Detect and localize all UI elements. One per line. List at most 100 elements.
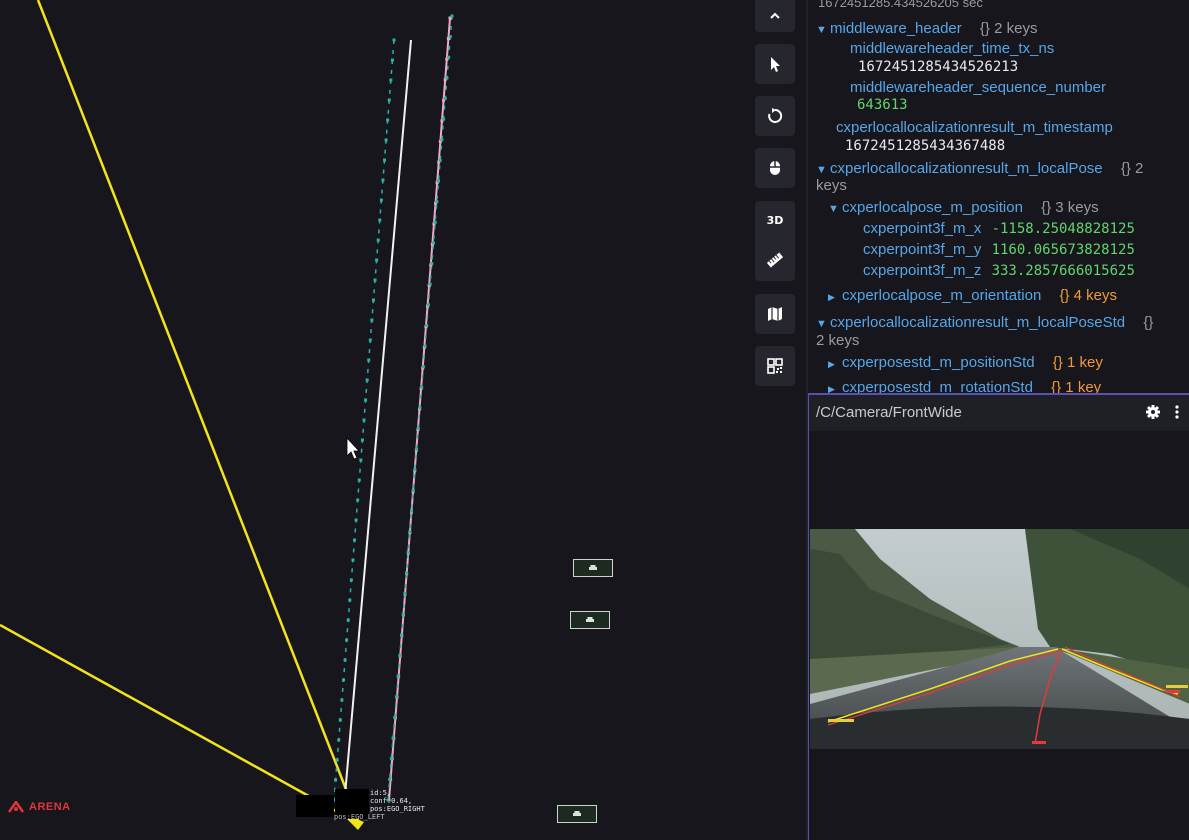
collapsed-arrow-icon[interactable]: ▶: [828, 384, 842, 393]
lane-point-marker: [435, 200, 439, 204]
tree-node-localpose[interactable]: ▼ cxperlocallocalizationresult_m_localPos…: [816, 160, 1143, 177]
tree-key: middlewareheader_time_tx_ns: [850, 40, 1055, 57]
tree-node-rotationstd[interactable]: ▶ cxperposestd_m_rotationStd {} 1 key: [828, 379, 1101, 393]
lane-point-marker: [341, 678, 345, 682]
collapsed-arrow-icon[interactable]: ▶: [828, 359, 842, 370]
message-timestamp: 1672451285.434526205 sec: [818, 0, 983, 10]
qr-code-icon: [767, 358, 783, 374]
lane-point-marker: [367, 358, 371, 362]
lane-point-marker: [391, 736, 395, 740]
lane-point-marker: [389, 757, 393, 761]
qr-code-button[interactable]: [755, 346, 795, 386]
kebab-menu-icon[interactable]: [1171, 404, 1183, 420]
tree-meta: {} 1 key: [1052, 354, 1103, 371]
lane-point-marker: [364, 398, 368, 402]
detected-vehicle-box[interactable]: [570, 611, 610, 629]
arena-logo: ARENA: [8, 801, 71, 813]
mouse-mode-button[interactable]: [755, 148, 795, 188]
collapsed-arrow-icon[interactable]: ▶: [828, 292, 842, 303]
tree-value: 333.2857666015625: [991, 263, 1135, 279]
lane-point-marker: [408, 530, 412, 534]
tree-node-orientation[interactable]: ▶ cxperlocalpose_m_orientation {} 4 keys: [828, 287, 1117, 304]
lane-point-marker: [343, 658, 347, 662]
tree-meta: {} 2: [1120, 160, 1144, 177]
3d-toggle-button[interactable]: 3D: [755, 201, 795, 240]
detected-vehicle-box[interactable]: [573, 559, 613, 577]
lane-point-marker: [394, 695, 398, 699]
lane-point-marker: [428, 282, 432, 286]
chevron-up-icon: [770, 12, 780, 19]
tree-node-positionstd[interactable]: ▶ cxperposestd_m_positionStd {} 1 key: [828, 354, 1103, 371]
lane-point-marker: [335, 758, 339, 762]
collapse-up-button[interactable]: [755, 0, 795, 32]
car-icon: [589, 565, 597, 570]
gear-icon[interactable]: [1145, 404, 1161, 420]
object-label-line: pos:EGO_RIGHT: [370, 805, 425, 813]
car-icon: [586, 617, 594, 622]
reset-view-button[interactable]: [755, 96, 795, 136]
tree-key: cxperposestd_m_positionStd: [842, 354, 1035, 371]
lane-point-marker: [375, 258, 379, 262]
tree-meta: {}: [1143, 314, 1154, 331]
lane-point-marker: [438, 158, 442, 162]
detected-vehicle-box[interactable]: [557, 805, 597, 823]
expand-arrow-icon[interactable]: ▼: [816, 318, 830, 330]
mouse-cursor-icon: [346, 436, 360, 460]
tree-node-posestd[interactable]: ▼ cxperlocallocalizationresult_m_localPos…: [816, 314, 1153, 331]
lane-point-marker: [379, 198, 383, 202]
tree-key: cxperposestd_m_rotationStd: [842, 379, 1033, 393]
lane-point-marker: [334, 778, 338, 782]
lane-point-marker: [418, 406, 422, 410]
map-button[interactable]: [755, 294, 795, 334]
lane-point-marker: [349, 578, 353, 582]
raw-messages-panel[interactable]: 1672451285.434526205 sec ▼ middleware_hea…: [808, 0, 1189, 393]
3d-toggle-label: 3D: [766, 214, 784, 227]
tree-value: 1672451285434526213: [858, 59, 1019, 75]
lane-point-marker: [381, 178, 385, 182]
tree-meta: {} 3 keys: [1041, 199, 1099, 216]
lane-point-marker: [386, 118, 390, 122]
view-tools-group: 3D: [755, 201, 795, 281]
lane-point-marker: [416, 427, 420, 431]
lane-point-marker: [401, 612, 405, 616]
tree-node-middleware-header[interactable]: ▼ middleware_header {} 2 keys: [816, 20, 1037, 37]
logo-text: ARENA: [29, 801, 71, 813]
expand-arrow-icon[interactable]: ▼: [828, 203, 842, 215]
lane-point-marker: [346, 618, 350, 622]
lane-point-marker: [445, 76, 449, 80]
camera-frame: [810, 529, 1189, 749]
tree-row-y: cxperpoint3f_m_y 1160.065673828125: [863, 241, 1135, 258]
lane-point-marker: [373, 278, 377, 282]
camera-topic-title[interactable]: /C/Camera/FrontWide: [816, 404, 962, 421]
lane-point-marker: [413, 468, 417, 472]
lane-point-marker: [440, 138, 444, 142]
object-label-line: conf:0.64,: [370, 797, 413, 805]
lane-point-marker: [337, 738, 341, 742]
lane-point-marker: [348, 598, 352, 602]
expand-arrow-icon[interactable]: ▼: [816, 24, 830, 36]
tree-value: 643613: [857, 97, 908, 113]
select-tool-button[interactable]: [755, 44, 795, 84]
measure-button[interactable]: [755, 240, 795, 279]
yellow-ray-line: [36, 0, 360, 821]
reset-rotate-icon: [768, 108, 783, 123]
object-label-line: id:5,: [370, 789, 392, 797]
tree-key: cxperpoint3f_m_y: [863, 241, 982, 258]
3d-viewport[interactable]: id:5, conf:0.64, pos:EGO_RIGHT pos:EGO_L…: [0, 0, 806, 840]
lane-point-marker: [431, 241, 435, 245]
tree-key: cxperpoint3f_m_z: [863, 262, 982, 279]
lane-point-marker: [365, 378, 369, 382]
lane-point-marker: [353, 538, 357, 542]
lane-point-marker: [388, 777, 392, 781]
tree-node-position[interactable]: ▼ cxperlocalpose_m_position {} 3 keys: [828, 199, 1099, 216]
tree-meta: 2 keys: [816, 332, 860, 349]
expand-arrow-icon[interactable]: ▼: [816, 164, 830, 176]
lane-point-marker: [405, 571, 409, 575]
lane-point-marker: [420, 385, 424, 389]
lane-point-marker: [423, 344, 427, 348]
tree-key: cxperpoint3f_m_x: [863, 220, 982, 237]
object-label-line: pos:EGO_LEFT: [334, 813, 385, 821]
map-icon: [768, 307, 782, 321]
lane-point-marker: [425, 323, 429, 327]
camera-panel[interactable]: /C/Camera/FrontWide: [808, 395, 1189, 840]
